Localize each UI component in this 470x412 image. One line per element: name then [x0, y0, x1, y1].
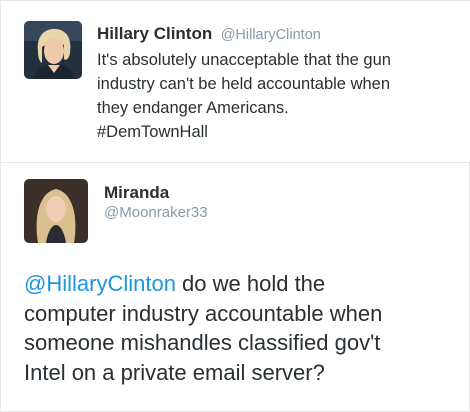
- author-handle[interactable]: @HillaryClinton: [221, 27, 321, 43]
- author-name[interactable]: Hillary Clinton: [97, 24, 212, 43]
- tweet-text-line: @HillaryClinton do we hold the: [24, 269, 464, 299]
- tweet-screenshot: Hillary Clinton @HillaryClinton It's abs…: [0, 0, 470, 412]
- author-handle[interactable]: @Moonraker33: [104, 204, 208, 221]
- tweet-hillary-header: Hillary Clinton @HillaryClinton: [97, 24, 321, 44]
- tweet-text: @HillaryClinton do we hold the computer …: [24, 269, 464, 387]
- avatar-miranda[interactable]: [24, 179, 88, 243]
- mention-link[interactable]: @HillaryClinton: [24, 271, 176, 296]
- author-name[interactable]: Miranda: [104, 183, 169, 203]
- tweet-hillary: Hillary Clinton @HillaryClinton It's abs…: [1, 1, 470, 162]
- tweet-text-fragment: do we hold the: [175, 271, 326, 296]
- tweet-text-line: Intel on a private email server?: [24, 359, 325, 385]
- tweet-text-line: someone mishandles classified gov't: [24, 330, 381, 355]
- avatar-hillary[interactable]: [24, 21, 82, 79]
- tweet-divider: [1, 162, 470, 163]
- tweet-text: It's absolutely unacceptable that the gu…: [97, 51, 391, 141]
- tweet-text-line: computer industry accountable when: [24, 300, 383, 326]
